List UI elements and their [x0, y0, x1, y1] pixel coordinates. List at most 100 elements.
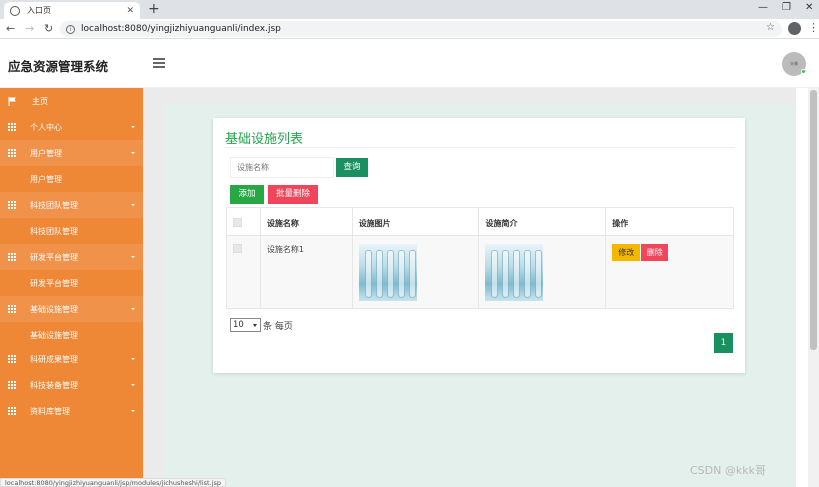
- grid-icon: [8, 123, 16, 131]
- sidebar-subitem-rd-platform-management[interactable]: 研发平台管理: [0, 270, 143, 296]
- sidebar-item-home[interactable]: 主页: [0, 88, 143, 114]
- grid-icon: [8, 355, 16, 363]
- caret-down-icon: [131, 308, 135, 310]
- forward-icon[interactable]: →: [25, 22, 34, 35]
- reload-icon[interactable]: ↻: [44, 22, 53, 35]
- edit-button[interactable]: 修改: [612, 244, 641, 261]
- select-all-cell: [226, 207, 261, 236]
- sidebar-subitem-tech-team-management[interactable]: 科技团队管理: [0, 218, 143, 244]
- facility-image-cell: [351, 235, 480, 309]
- grid-icon: [8, 201, 16, 209]
- search-input[interactable]: [230, 157, 334, 178]
- sidebar-subitem-user-management[interactable]: 用户管理: [0, 166, 143, 192]
- page-size-value: 10: [233, 320, 244, 330]
- table-header-row: 设施名称 设施图片 设施简介 操作: [226, 207, 734, 236]
- column-header: 设施图片: [351, 207, 480, 236]
- list-card: 基础设施列表 查询 添加 批量删除 设施名称 设施图片 设施简介 操作 设施名称…: [213, 118, 745, 373]
- caret-down-icon: [131, 256, 135, 258]
- delete-button[interactable]: 删除: [641, 244, 669, 261]
- grid-icon: [8, 407, 16, 415]
- sidebar-item-label: 科技装备管理: [30, 380, 78, 390]
- sidebar-item-label: 主页: [32, 96, 48, 106]
- scrollbar[interactable]: [808, 88, 819, 487]
- grid-icon: [8, 253, 16, 261]
- sidebar-subitem-infrastructure-management[interactable]: 基础设施管理: [0, 322, 143, 348]
- watermark: CSDN @kkk哥: [690, 464, 766, 477]
- sidebar-item-tech-equipment-management[interactable]: 科技装备管理: [0, 372, 143, 398]
- flag-icon: [8, 97, 16, 106]
- restore-icon[interactable]: ❐: [782, 2, 791, 13]
- sidebar-item-rd-platform-management[interactable]: 研发平台管理: [0, 244, 143, 270]
- caret-down-icon: [131, 204, 135, 206]
- online-status-dot: [801, 69, 806, 74]
- page-size-label: 条 每页: [263, 322, 293, 332]
- globe-icon: [10, 5, 20, 16]
- close-tab-icon[interactable]: ✕: [126, 6, 134, 16]
- browser-tab-bar: 入口页 ✕ + — ❐ ✕: [0, 0, 819, 19]
- scrollbar-thumb[interactable]: [810, 90, 817, 350]
- caret-down-icon: [131, 126, 135, 128]
- sidebar-item-tech-team-management[interactable]: 科技团队管理: [0, 192, 143, 218]
- sidebar-subitem-label: 科技团队管理: [30, 226, 78, 236]
- facility-name-cell: 设施名称1: [259, 235, 353, 309]
- select-all-checkbox[interactable]: [233, 218, 242, 227]
- close-window-icon[interactable]: ✕: [805, 2, 813, 13]
- caret-down-icon: [131, 358, 135, 360]
- back-icon[interactable]: ←: [6, 22, 15, 35]
- chevron-down-icon: [253, 324, 257, 327]
- browser-tab[interactable]: 入口页 ✕: [4, 2, 140, 19]
- menu-icon[interactable]: ⋮: [808, 21, 819, 34]
- status-bar-url: localhost:8080/yingjizhiyuanguanli/jsp/m…: [0, 478, 226, 487]
- facility-image: [358, 244, 417, 301]
- sidebar-item-user-management[interactable]: 用户管理: [0, 140, 143, 166]
- search-button[interactable]: 查询: [336, 158, 368, 177]
- info-icon[interactable]: i: [66, 24, 75, 34]
- url-text: localhost:8080/yingjizhiyuanguanli/index…: [81, 24, 281, 34]
- facility-table: 设施名称 设施图片 设施简介 操作 设施名称1 修改 删除: [226, 207, 734, 309]
- sidebar-item-infrastructure-management[interactable]: 基础设施管理: [0, 296, 143, 322]
- row-checkbox-cell: [226, 235, 261, 309]
- new-tab-icon[interactable]: +: [148, 1, 160, 17]
- table-row: 设施名称1 修改 删除: [226, 235, 734, 309]
- bulk-delete-button[interactable]: 批量删除: [268, 185, 318, 204]
- avatar-text: 头像: [790, 61, 798, 66]
- sidebar-item-label: 基础设施管理: [30, 304, 78, 314]
- sidebar-item-personal-center[interactable]: 个人中心: [0, 114, 143, 140]
- minimize-icon[interactable]: —: [758, 2, 768, 13]
- grid-icon: [8, 381, 16, 389]
- page-size-select[interactable]: 10: [230, 318, 261, 332]
- sidebar-item-database-management[interactable]: 资料库管理: [0, 398, 143, 424]
- sidebar: 主页 个人中心 用户管理 用户管理 科技团队管理 科技团队管理 研发平台管理 研…: [0, 88, 143, 487]
- bookmark-star-icon[interactable]: ☆: [766, 22, 775, 33]
- sidebar-subitem-label: 研发平台管理: [30, 278, 78, 288]
- column-header: 操作: [605, 207, 734, 236]
- sidebar-item-research-results-management[interactable]: 科研成果管理: [0, 346, 143, 372]
- sidebar-item-label: 科研成果管理: [30, 354, 78, 364]
- sidebar-item-label: 用户管理: [30, 148, 62, 158]
- url-field[interactable]: i localhost:8080/yingjizhiyuanguanli/ind…: [60, 21, 782, 37]
- sidebar-item-label: 个人中心: [30, 122, 62, 132]
- sidebar-subitem-label: 基础设施管理: [30, 330, 78, 340]
- row-checkbox[interactable]: [233, 244, 242, 253]
- page-1-button[interactable]: 1: [714, 333, 733, 353]
- tab-title: 入口页: [27, 6, 51, 15]
- app-header: 应急资源管理系统 头像: [0, 39, 819, 88]
- caret-down-icon: [131, 152, 135, 154]
- sidebar-item-label: 资料库管理: [30, 406, 70, 416]
- avatar[interactable]: 头像: [782, 52, 806, 76]
- app-title: 应急资源管理系统: [8, 59, 109, 74]
- caret-down-icon: [131, 410, 135, 412]
- sidebar-item-label: 科技团队管理: [30, 200, 78, 210]
- account-icon[interactable]: [788, 22, 801, 35]
- actions-cell: 修改 删除: [605, 235, 734, 309]
- column-header: 设施简介: [478, 207, 607, 236]
- add-button[interactable]: 添加: [230, 185, 264, 204]
- sidebar-subitem-label: 用户管理: [30, 174, 62, 184]
- hamburger-icon[interactable]: [153, 58, 165, 68]
- grid-icon: [8, 149, 16, 157]
- grid-icon: [8, 305, 16, 313]
- sidebar-item-label: 研发平台管理: [30, 252, 78, 262]
- facility-intro-cell: [478, 235, 607, 309]
- page-title: 基础设施列表: [225, 132, 304, 147]
- column-header: 设施名称: [259, 207, 353, 236]
